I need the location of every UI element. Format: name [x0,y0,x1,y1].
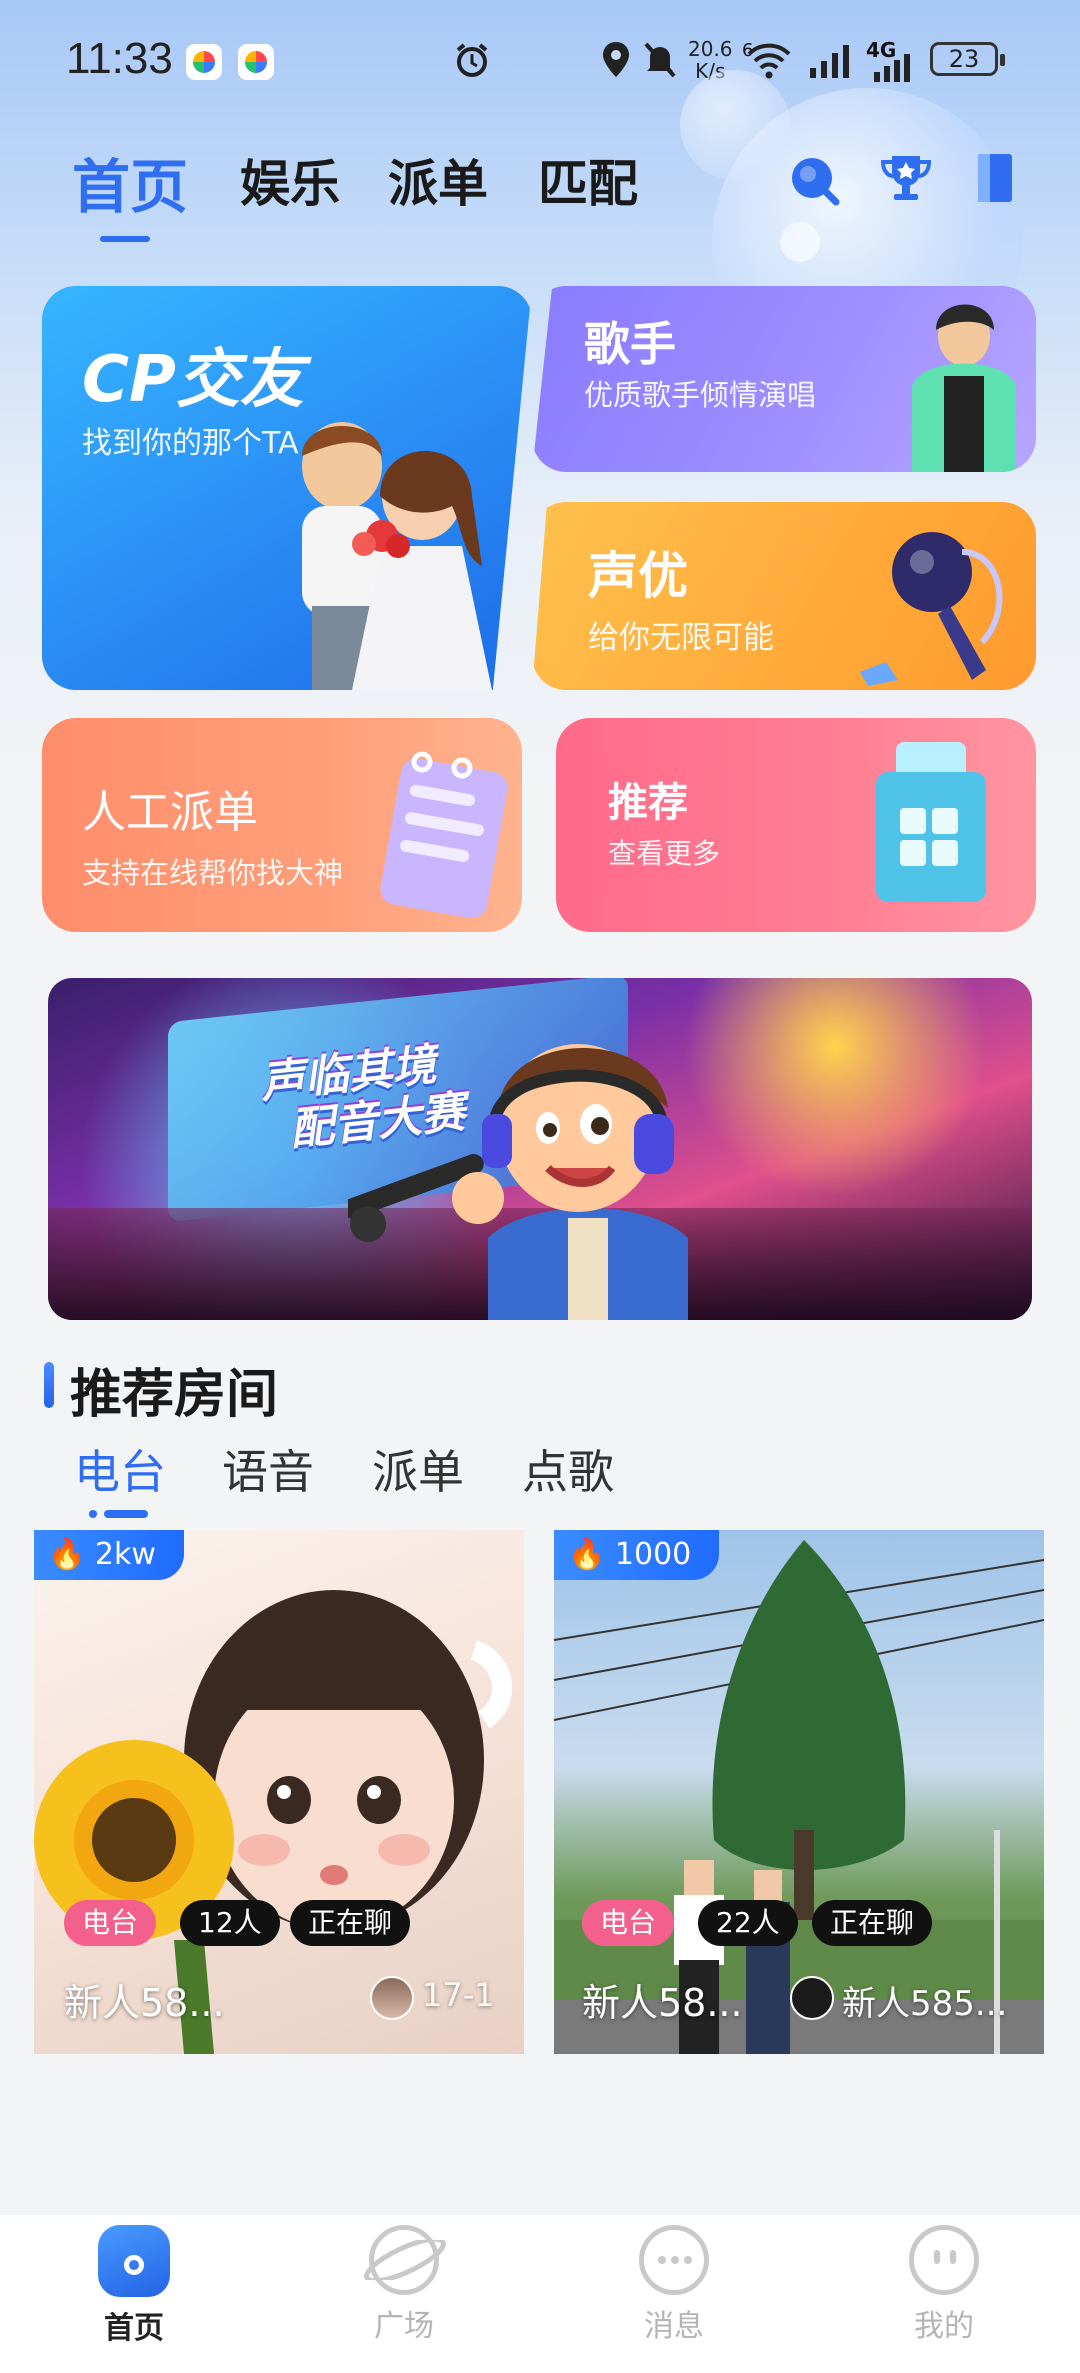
cards-illustration [856,732,1006,926]
decor-bubble [780,222,820,262]
room-category-tag: 电台 [64,1900,157,1946]
dispatch-subtitle: 支持在线帮你找大神 [82,856,344,890]
room-card[interactable]: 🔥 2kw 电台 12人 正在聊 新人58... 17-1 [34,1530,524,2054]
singer-title: 歌手 [584,317,676,371]
nav-home-label: 首页 [104,2311,164,2346]
manual-dispatch-card[interactable]: 人工派单 支持在线帮你找大神 [42,718,522,932]
room-card[interactable]: 🔥 1000 电台 22人 正在聊 新人58... 新人585... [554,1530,1044,2054]
planet-icon [364,2225,446,2295]
recommend-title: 推荐 [608,780,688,826]
dispatch-title: 人工派单 [82,787,258,838]
singer-boy-illustration [341,1018,778,1320]
popularity-badge: 🔥 2kw [34,1530,184,1580]
dubbing-contest-banner[interactable]: 声临其境 配音大赛 [48,978,1032,1320]
section-accent-bar [44,1362,54,1408]
owner-name: 新人585... [842,1984,1008,2024]
nav-plaza[interactable]: 广场 [304,2225,504,2345]
section-title: 推荐房间 [70,1365,279,1425]
popularity-value: 2kw [94,1537,156,1572]
subtab-active-underline [88,1504,148,1518]
tab-active-underline [100,236,150,242]
tab-home[interactable]: 首页 [72,140,188,224]
cp-dating-card[interactable]: CP交友 找到你的那个TA [42,286,532,690]
singer-card[interactable]: 歌手 优质歌手倾情演唱 [532,286,1036,472]
alarm-icon [452,40,492,89]
room-category-tag: 电台 [582,1900,675,1946]
decor-bubble [680,70,790,180]
fire-icon: 🔥 [48,1537,86,1572]
voice-actor-title: 声优 [588,547,688,605]
nav-profile-label: 我的 [914,2309,974,2344]
singer-subtitle: 优质歌手倾情演唱 [584,378,817,412]
app-notification-icon [238,44,274,80]
singer-illustration [892,296,1032,472]
signal-icon [808,40,854,89]
bottom-navigation: 首页 广场 消息 我的 [0,2215,1080,2373]
door-icon[interactable] [976,150,1016,210]
subtab-voice[interactable]: 语音 [222,1436,314,1502]
tab-dispatch[interactable]: 派单 [388,144,488,216]
search-icon[interactable] [786,152,842,212]
couple-illustration [252,396,512,690]
tab-match[interactable]: 匹配 [538,144,638,216]
fire-icon: 🔥 [568,1537,606,1572]
chat-bubble-icon [639,2225,709,2295]
room-member-count: 12人 [180,1900,280,1946]
popularity-badge: 🔥 1000 [554,1530,720,1580]
subtab-radio[interactable]: 电台 [74,1436,166,1502]
nav-plaza-label: 广场 [374,2309,434,2344]
room-member-count: 22人 [698,1900,798,1946]
microphone-illustration [832,522,1022,690]
home-icon [98,2225,170,2297]
app-notification-icon [186,44,222,80]
nav-profile[interactable]: 我的 [844,2225,1044,2345]
nav-home[interactable]: 首页 [34,2225,234,2347]
recommend-subtitle: 查看更多 [608,837,721,870]
subtab-song-request[interactable]: 点歌 [522,1436,614,1502]
battery-indicator: 23 [930,42,1005,76]
notepad-illustration [372,738,512,922]
location-icon [600,40,632,89]
voice-actor-card[interactable]: 声优 给你无限可能 [532,502,1036,690]
mute-icon [642,40,678,89]
room-title: 新人58... [582,1981,743,2025]
trophy-icon[interactable] [878,150,934,210]
owner-avatar [370,1976,414,2020]
net-speed-value: 20.6 [688,37,733,61]
nav-messages[interactable]: 消息 [574,2225,774,2345]
room-status-tag: 正在聊 [290,1900,411,1946]
room-status-tag: 正在聊 [812,1900,933,1946]
signal-icon-2 [868,50,914,91]
owner-name: 17-1 [422,1976,495,2014]
nav-messages-label: 消息 [644,2309,704,2344]
subtab-dispatch[interactable]: 派单 [372,1436,464,1502]
popularity-value: 1000 [614,1537,692,1572]
owner-avatar [790,1976,834,2020]
recommend-card[interactable]: 推荐 查看更多 [556,718,1036,932]
tab-entertainment[interactable]: 娱乐 [240,144,340,216]
smiley-face-icon [909,2225,979,2295]
status-time: 11:33 [66,34,173,83]
room-title: 新人58... [64,1981,225,2025]
voice-actor-subtitle: 给你无限可能 [588,620,774,656]
